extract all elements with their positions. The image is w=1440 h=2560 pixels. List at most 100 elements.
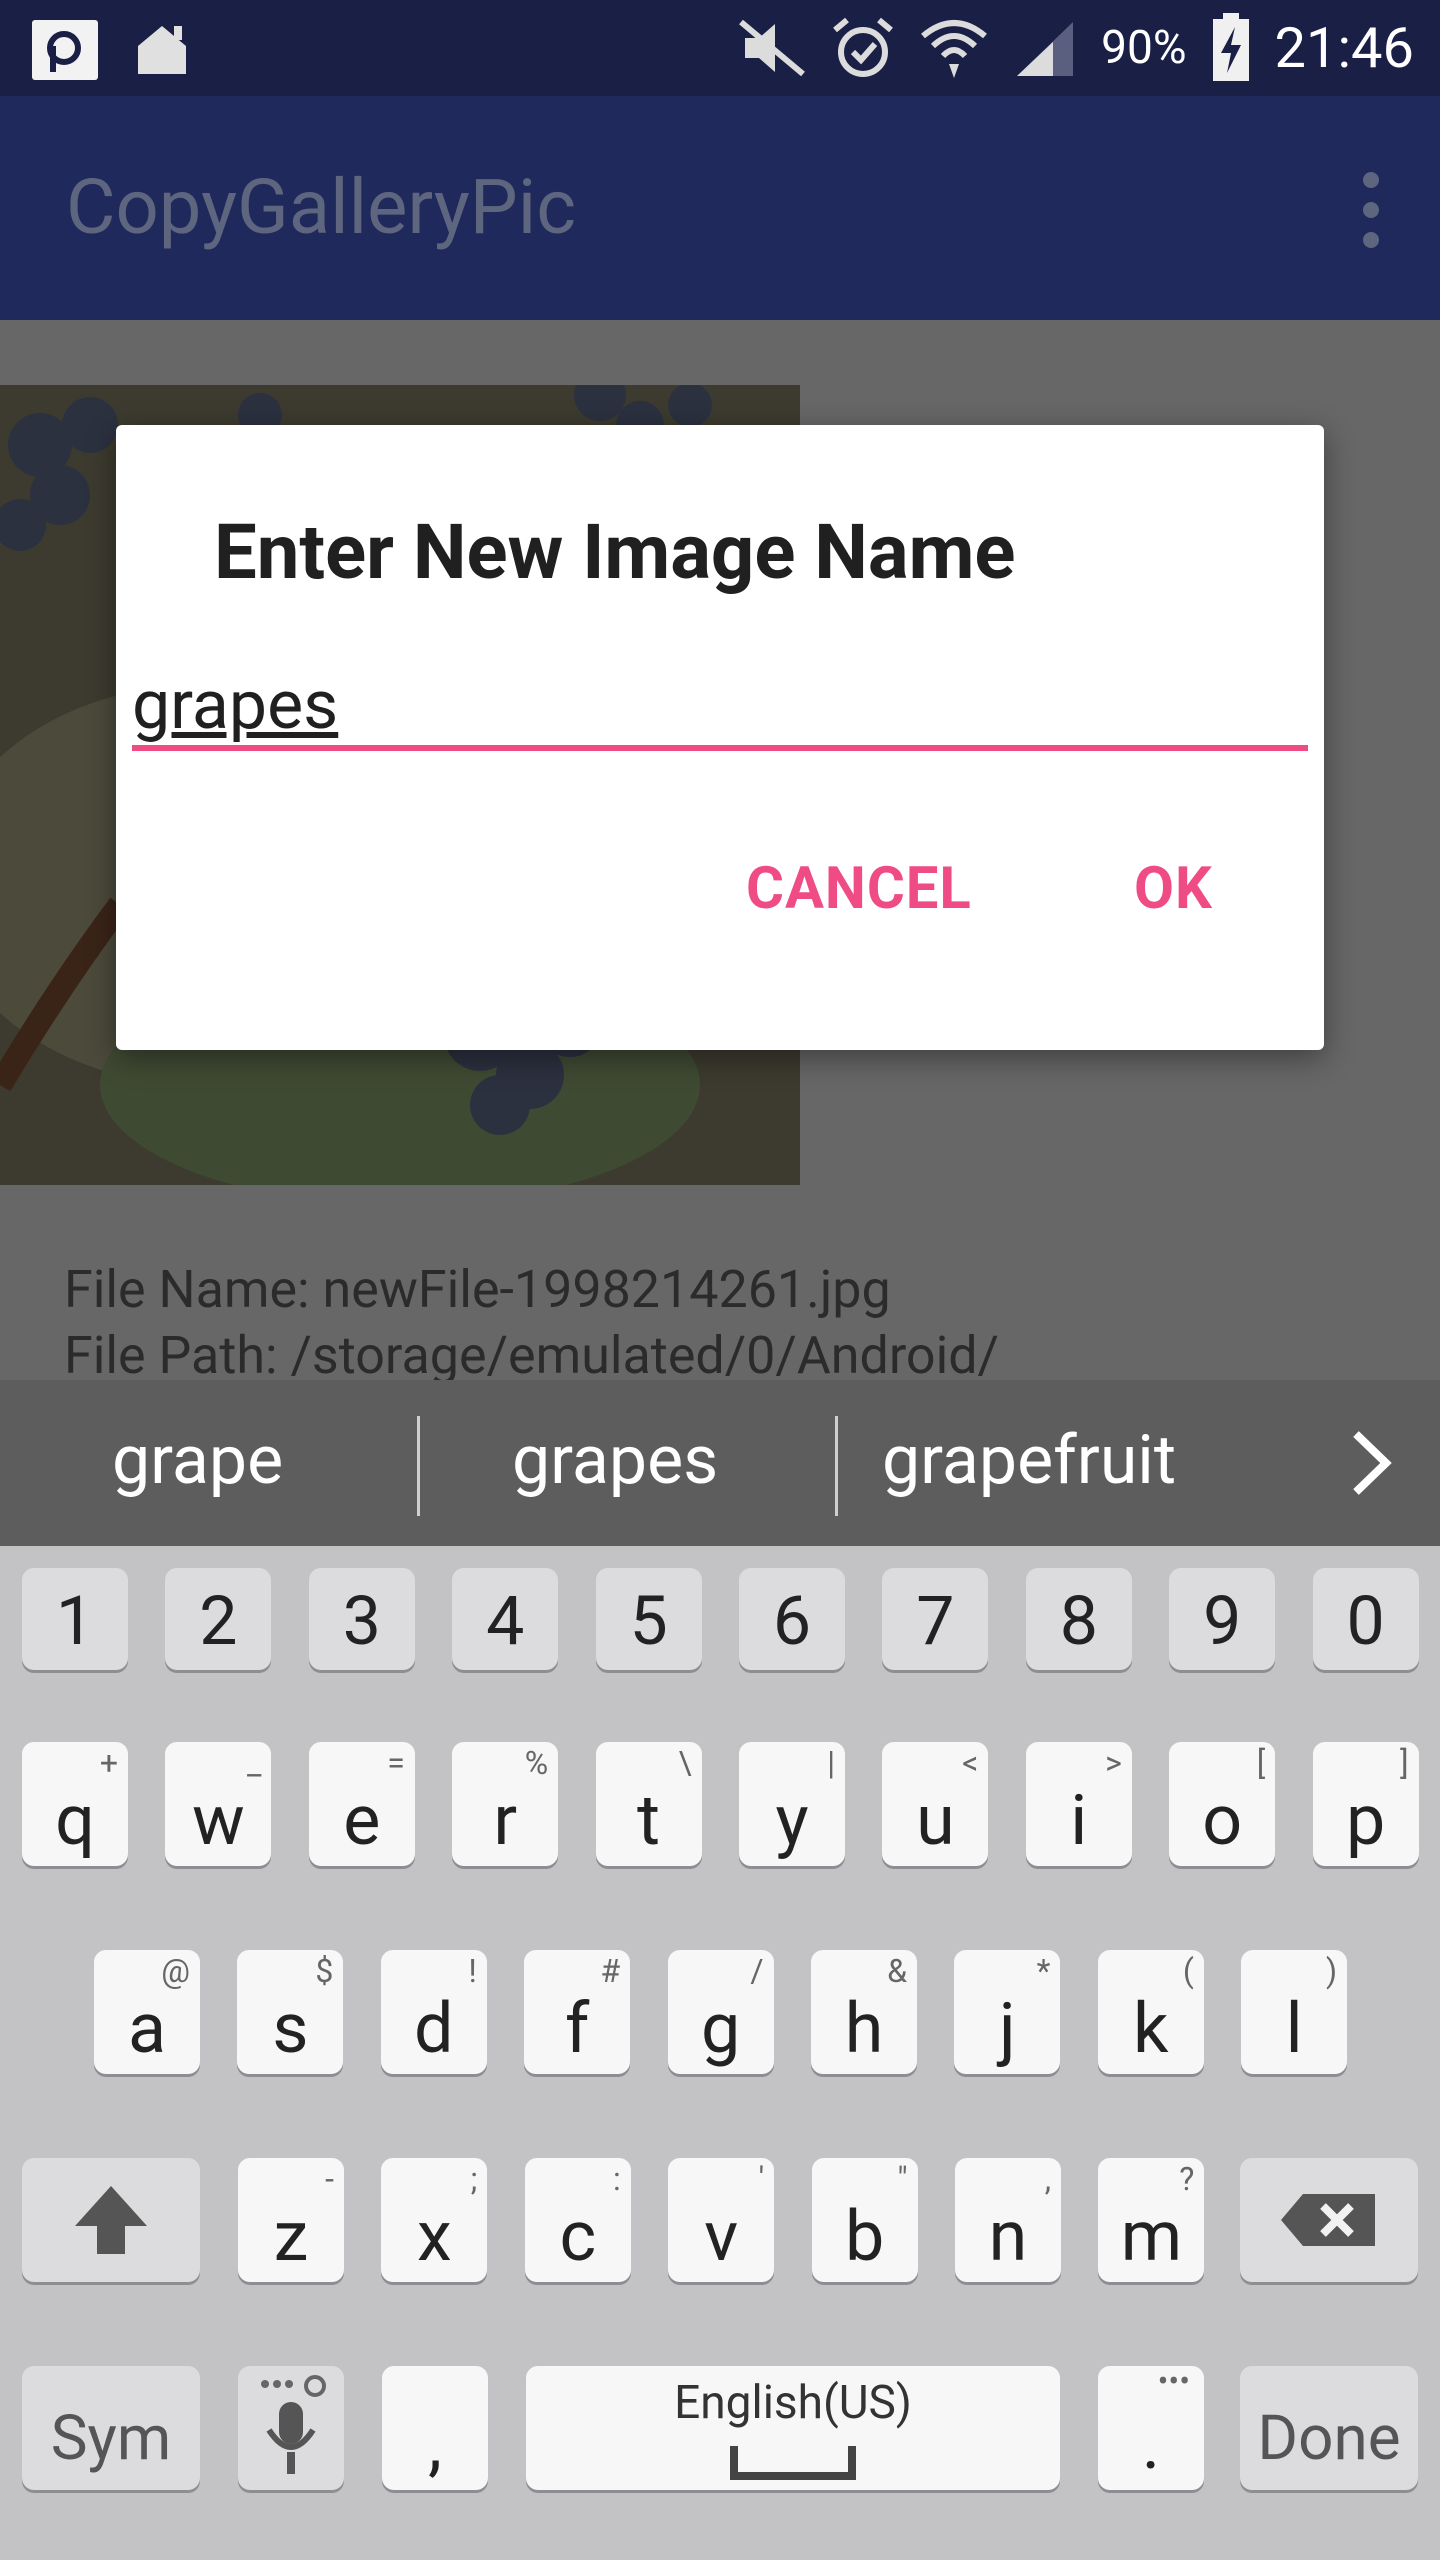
key-m[interactable]: ? m [1098,2158,1205,2282]
key-label: j [999,1988,1016,2070]
mute-icon [739,19,806,77]
key-label: l [1285,1988,1303,2070]
key-secondary-label: - [325,2160,334,2198]
overflow-menu-icon[interactable] [1356,172,1386,248]
key-x[interactable]: ; x [381,2158,488,2282]
ok-button[interactable]: OK [1134,855,1213,923]
suggestion-divider [835,1416,838,1516]
key-i[interactable]: > i [1025,1742,1132,1866]
key-label: 7 [916,1581,955,1661]
key-5[interactable]: 5 [595,1568,702,1670]
key-o[interactable]: [o [1169,1742,1276,1866]
key-secondary-label: @ [161,1952,190,1990]
key-a[interactable]: @ a [94,1950,200,2074]
key-e[interactable]: = e [308,1742,415,1866]
cancel-button[interactable]: CANCEL [746,855,972,923]
key-0[interactable]: 0 [1312,1568,1419,1670]
key-f[interactable]: # f [524,1950,631,2074]
shift-key[interactable] [22,2158,200,2282]
key-6[interactable]: 6 [739,1568,845,1670]
key-label: q [55,1780,95,1862]
file-info: File Name: newFile-1998214261.jpg File P… [64,1257,999,1389]
key-v[interactable]: ' v [668,2158,775,2282]
key-secondary-label: , [1044,2160,1051,2198]
space-key[interactable]: English(US) [526,2366,1060,2490]
backspace-key[interactable] [1240,2158,1418,2282]
key-label: p [1345,1780,1386,1862]
key-label: a [127,1988,167,2070]
key-z[interactable]: -z [238,2158,344,2282]
key-label: t [637,1780,661,1862]
chevron-right-icon[interactable] [1340,1428,1400,1498]
key-k[interactable]: (k [1097,1950,1204,2074]
comma-key[interactable]: , [382,2366,488,2490]
key-secondary-label: / [750,1952,764,1990]
key-n[interactable]: ,n [955,2158,1061,2282]
key-4[interactable]: 4 [452,1568,559,1670]
key-q[interactable]: + q [22,1742,128,1866]
key-secondary-label: ] [1400,1744,1409,1782]
key-b[interactable]: " b [811,2158,918,2282]
key-label: f [565,1988,590,2070]
done-key[interactable]: Done [1240,2366,1418,2490]
key-secondary-label: = [387,1744,405,1782]
key-secondary-label: ) [1326,1952,1338,1990]
key-h[interactable]: & h [811,1950,917,2074]
key-3[interactable]: 3 [308,1568,415,1670]
battery-percent: 90% [1101,21,1187,75]
key-label: z [273,2196,309,2278]
key-9[interactable]: 9 [1169,1568,1276,1670]
key-1[interactable]: 1 [22,1568,128,1670]
key-r[interactable]: % r [452,1742,559,1866]
key-g[interactable]: / g [667,1950,774,2074]
suggestion-divider [417,1416,420,1516]
period-key[interactable]: ••• . [1098,2362,1204,2490]
suggestion-item[interactable]: grapefruit [882,1420,1176,1500]
key-c[interactable]: :c [524,2158,631,2282]
key-label: 9 [1203,1581,1242,1661]
key-label: c [559,2196,597,2278]
key-label: h [844,1988,884,2070]
app-bar: CopyGalleryPic [0,96,1440,320]
key-secondary-label: % [524,1744,549,1782]
key-label: 6 [772,1581,812,1661]
key-label: 3 [342,1581,381,1661]
key-secondary-label: " [897,2160,908,2198]
key-secondary-label: # [600,1952,621,1990]
symbols-key[interactable]: Sym [22,2366,200,2490]
key-p[interactable]: ] p [1312,1742,1419,1866]
suggestion-item[interactable]: grape [112,1420,283,1500]
key-t[interactable]: \ t [595,1742,702,1866]
key-secondary-label: | [827,1744,835,1782]
key-label: e [343,1780,381,1862]
key-d[interactable]: ! d [380,1950,487,2074]
key-j[interactable]: * j [954,1950,1061,2074]
suggestion-item[interactable]: grapes [512,1420,718,1500]
home-notification-icon [138,26,186,74]
key-w[interactable]: _ w [165,1742,272,1866]
key-2[interactable]: 2 [165,1568,272,1670]
app-title: CopyGalleryPic [66,162,576,252]
key-8[interactable]: 8 [1025,1568,1132,1670]
key-label: 0 [1346,1581,1385,1661]
key-label: y [775,1780,809,1862]
key-label: m [1120,2196,1183,2278]
key-label: i [1070,1780,1088,1862]
key-secondary-label: * [1036,1952,1051,1990]
image-name-input[interactable]: grapes [132,657,1308,751]
key-u[interactable]: < u [882,1742,989,1866]
key-secondary-label: < [962,1744,979,1782]
key-label: 1 [55,1581,95,1661]
voice-input-key[interactable] [238,2366,344,2490]
battery-charging-icon [1212,13,1249,81]
space-key-language: English(US) [674,2376,912,2430]
clock: 21:46 [1274,15,1414,81]
key-secondary-label: _ [246,1744,262,1782]
key-7[interactable]: 7 [882,1568,989,1670]
keyboard: Sym , English(US) ••• . Done 1 2 3 4 5 6 7 8 9 0 +… [0,1546,1440,2560]
key-y[interactable]: | y [739,1742,845,1866]
key-l[interactable]: ) l [1241,1950,1348,2074]
key-label: 5 [629,1581,668,1661]
key-s[interactable]: $ s [237,1950,344,2074]
key-secondary-label: \ [678,1744,692,1782]
